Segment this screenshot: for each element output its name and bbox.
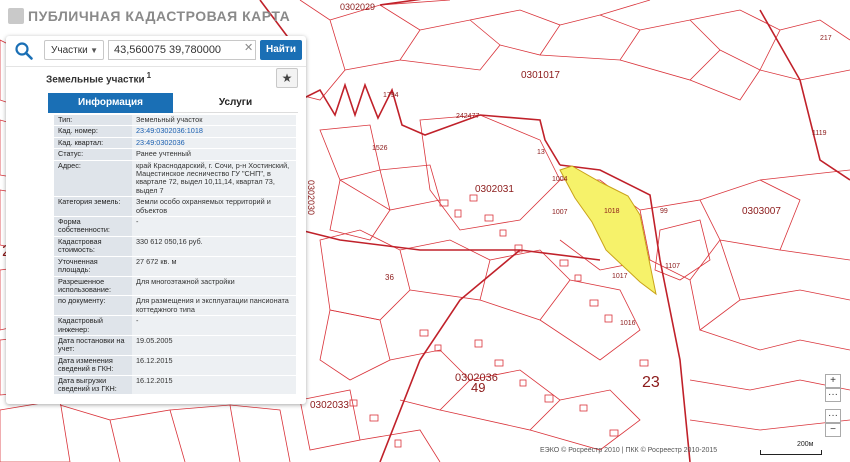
info-row-key: Категория земель: [54,197,132,217]
info-row: Адрес: край Краснодарский, г. Сочи, р-н Х… [54,160,296,198]
info-row: Кадастровая стоимость: 330 612 050,16 руб… [54,236,296,257]
info-row-value: Ранее учтенный [132,149,296,160]
info-row-key: Кад. номер: [54,126,132,137]
info-row-value: Для многоэтажной застройки [132,276,296,296]
map-label: 242477 [456,113,479,120]
app-title: ПУБЛИЧНАЯ КАДАСТРОВАЯ КАРТА [28,8,291,24]
info-row-key: по документу: [54,296,132,316]
info-row: Категория земель: Земли особо охраняемых … [54,197,296,218]
info-row: Дата выгрузки сведений из ГКН: 16.12.2015 [54,375,296,396]
info-row: Кад. квартал: 23:49:0302036 [54,137,296,150]
info-row-key: Дата изменения сведений в ГКН: [54,355,132,375]
info-row: Форма собственности: - [54,217,296,237]
find-button[interactable]: Найти [260,40,302,60]
info-row-value: Земли особо охраняемых территорий и объе… [132,197,296,217]
tab-services[interactable]: Услуги [173,93,298,113]
map-label: 99 [660,208,668,215]
info-row-value: Земельный участок [132,115,296,126]
map-label: 23 [642,374,660,391]
info-row-key: Адрес: [54,160,132,197]
map-label: 1004 [552,176,568,183]
map-label: 1107 [665,263,680,270]
info-row-value: - [132,316,296,335]
top-bar: ПУБЛИЧНАЯ КАДАСТРОВАЯ КАРТА [0,0,850,30]
map-label: 36 [385,273,394,282]
info-row-value: 16.12.2015 [132,375,296,395]
type-select-label: Участки [51,45,88,56]
clear-icon[interactable]: ✕ [244,41,253,54]
panel-tabs: Информация Услуги [48,93,298,113]
info-row-key: Форма собственности: [54,217,132,236]
info-row: Статус: Ранее учтенный [54,149,296,161]
map-label: 0302031 [475,184,514,195]
map-label: 1018 [604,208,620,215]
search-bar: Участки ▼ ✕ Найти [6,36,306,67]
result-count: 1 [146,71,152,80]
scale-bar [760,450,822,455]
zoom-out-button[interactable]: − [825,423,841,437]
info-row-key: Уточненная площадь: [54,256,132,276]
info-row-key: Статус: [54,149,132,160]
info-row-key: Тип: [54,115,132,126]
info-row-key: Дата постановки на учет: [54,335,132,355]
info-panel: Участки ▼ ✕ Найти Земельные участки1 ★ И… [6,36,306,404]
map-label: 0303007 [742,206,781,217]
type-select[interactable]: Участки ▼ [44,40,104,60]
info-row-value: Для размещения и эксплуатации пансионата… [132,296,296,316]
info-row-value: 27 672 кв. м [132,256,296,276]
info-row: Разрешенное использование: Для многоэтажн… [54,276,296,297]
map-label: 1016 [620,320,636,327]
info-row-link[interactable]: 23:49:0302036:1018 [132,126,296,137]
tab-information[interactable]: Информация [48,93,173,113]
map-label: 1119 [812,130,827,137]
info-row: по документу: Для размещения и эксплуатац… [54,296,296,317]
map-label: 217 [820,35,832,42]
info-row-key: Кадастровый инженер: [54,316,132,335]
search-icon[interactable] [14,41,34,61]
panel-title-text: Земельные участки [46,74,145,86]
info-row: Кадастровый инженер: - [54,316,296,336]
logo-icon [8,8,24,24]
map-label: 1017 [612,273,628,280]
chevron-down-icon: ▼ [90,46,98,55]
favorite-star-icon[interactable]: ★ [276,68,298,88]
info-row-value: 16.12.2015 [132,355,296,375]
info-row-key: Кад. квартал: [54,137,132,149]
map-attribution: ЕЭКО © Росреестр 2010 | ПКК © Росреестр … [540,447,718,454]
info-row-key: Разрешенное использование: [54,276,132,296]
scale-label: 200м [797,441,814,448]
info-row-value: - [132,217,296,236]
info-row: Тип: Земельный участок [54,115,296,127]
info-row-key: Кадастровая стоимость: [54,236,132,256]
map-label: 49 [471,380,485,395]
info-row: Дата постановки на учет: 19.05.2005 [54,335,296,356]
map-label: 1526 [372,145,388,152]
map-label: 0301017 [521,70,560,81]
info-row-value: 330 612 050,16 руб. [132,236,296,256]
map-label: 0302030 [306,180,316,215]
info-row: Дата изменения сведений в ГКН: 16.12.2015 [54,355,296,376]
info-row-value: 19.05.2005 [132,335,296,355]
info-row-value: край Краснодарский, г. Сочи, р-н Хостинс… [132,160,296,197]
info-row: Уточненная площадь: 27 672 кв. м [54,256,296,277]
more-zoom-levels-button[interactable]: ··· [825,388,841,402]
search-input[interactable] [108,40,256,60]
info-row-link[interactable]: 23:49:0302036 [132,137,296,149]
zoom-in-button[interactable]: + [825,374,841,388]
map-label: 0302033 [310,400,349,411]
map-label: 1794 [383,92,399,99]
info-row-key: Дата выгрузки сведений из ГКН: [54,375,132,395]
info-row: Кад. номер: 23:49:0302036:1018 [54,126,296,138]
map-label: 13 [537,149,545,156]
more-zoom-levels-button-2[interactable]: ··· [825,409,841,423]
panel-title: Земельные участки 1 [46,71,151,85]
info-table: Тип: Земельный участок Кад. номер: 23:49:03… [54,115,296,398]
map-label: 1007 [552,209,568,216]
